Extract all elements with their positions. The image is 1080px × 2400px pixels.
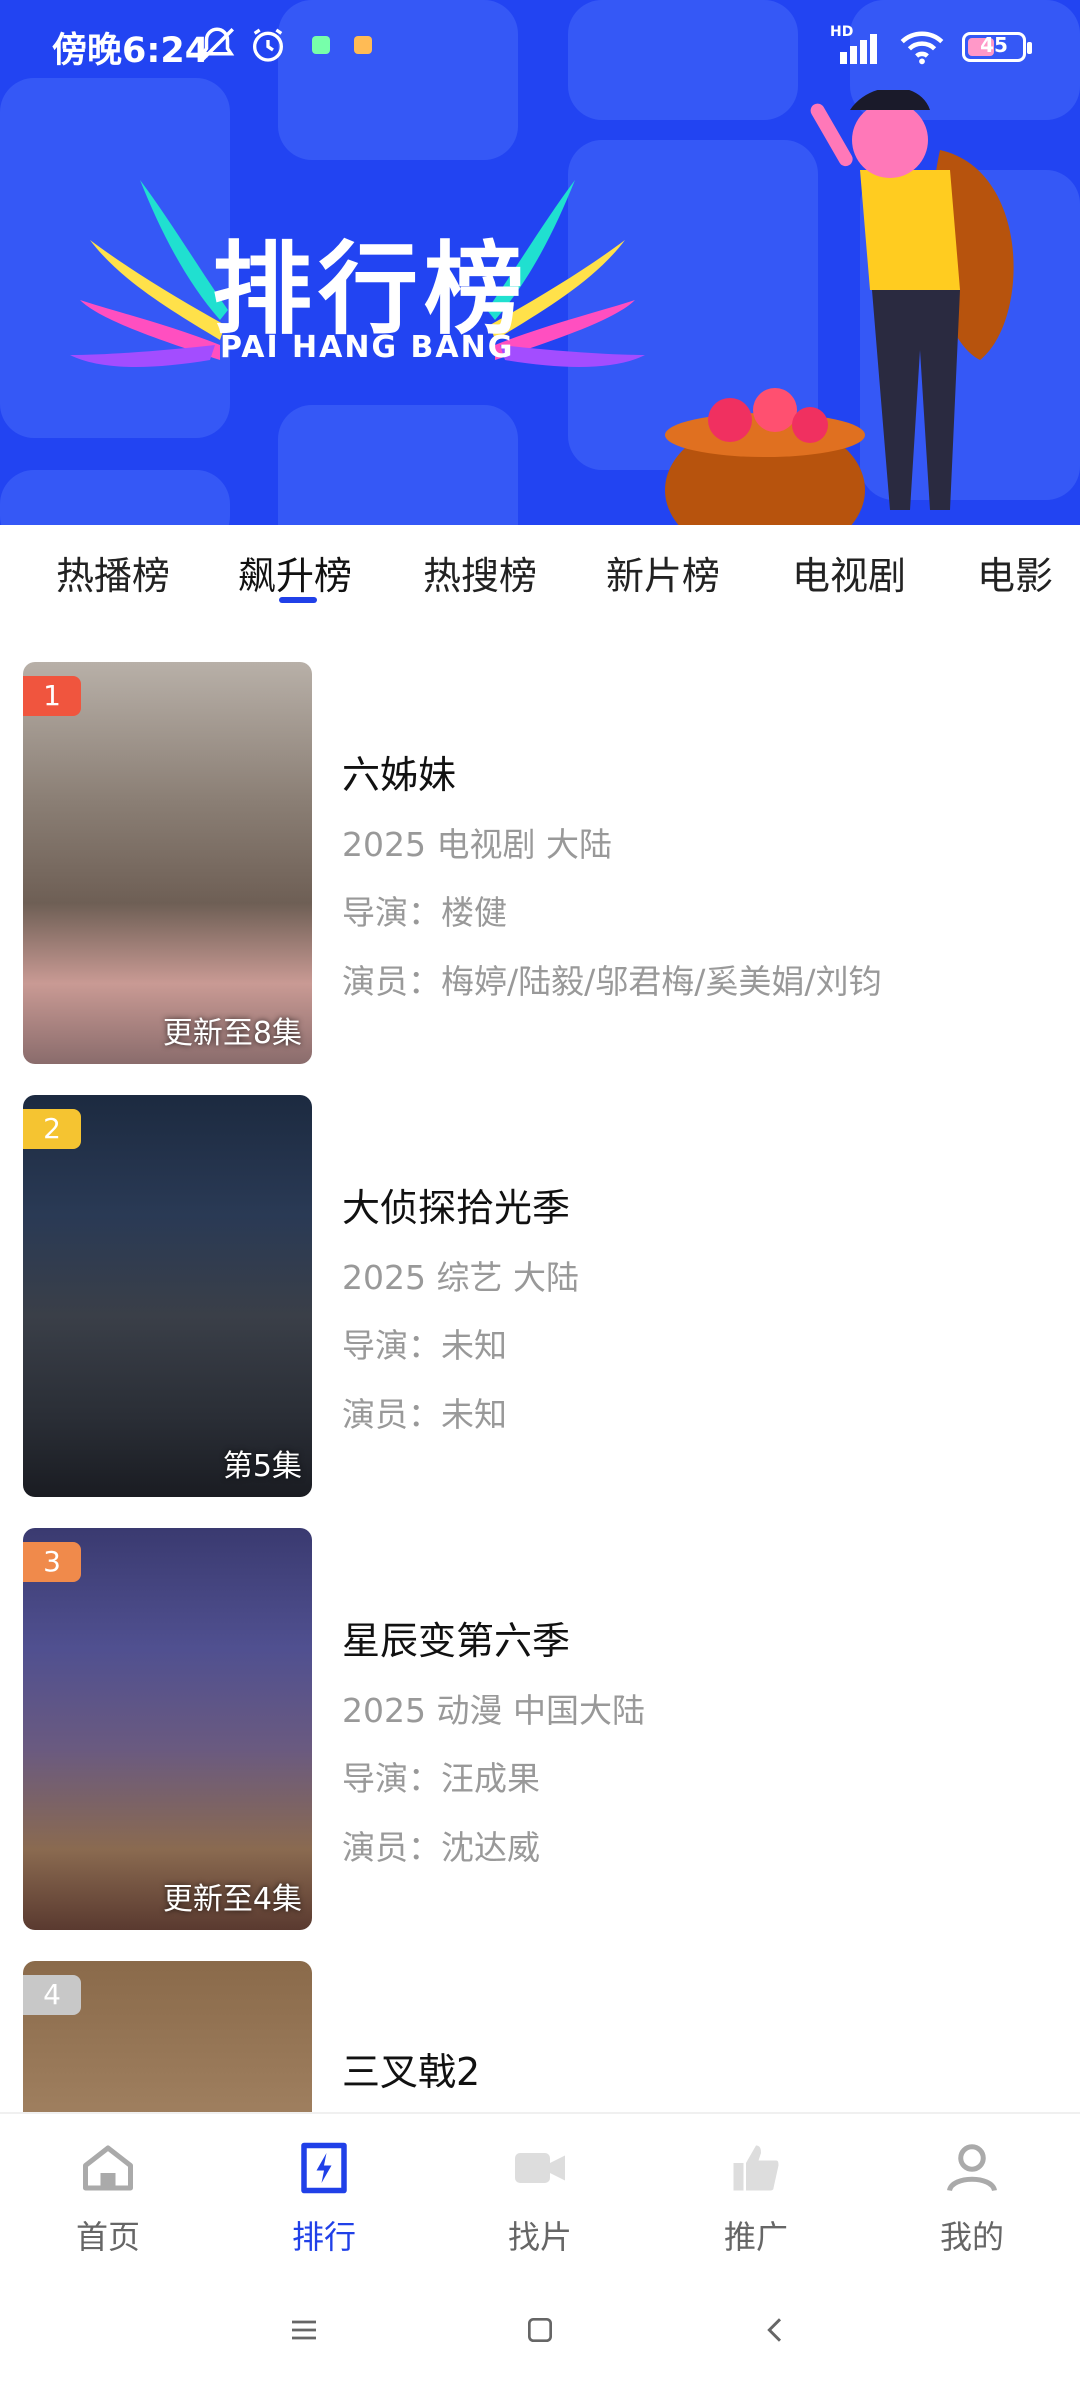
menu-icon[interactable]	[288, 2314, 320, 2346]
item-title[interactable]: 六姊妹	[342, 744, 456, 799]
battery-level: 45	[980, 33, 1008, 57]
video-camera-icon	[515, 2153, 565, 2183]
tab-rising[interactable]: 飙升榜	[238, 545, 352, 600]
nav-promote[interactable]: 推广	[676, 2138, 836, 2258]
bottom-navigation: 首页 排行 找片 推广 我的	[0, 2112, 1080, 2270]
item-director: 导演：未知	[342, 1326, 507, 1365]
nav-home[interactable]: 首页	[28, 2138, 188, 2258]
wifi-icon	[900, 31, 944, 65]
nav-find-video[interactable]: 找片	[460, 2138, 620, 2258]
item-cast: 演员：沈达威	[342, 1828, 540, 1867]
status-bar: 傍晚6:24 HD 45	[0, 0, 1080, 92]
app-root: 傍晚6:24 HD 45 排行榜 PAI HANG BANG 热播榜 飙升榜 热…	[0, 0, 1080, 2400]
hd-label: HD	[830, 24, 854, 40]
ranking-banner: 傍晚6:24 HD 45 排行榜 PAI HANG BANG	[0, 0, 1080, 525]
item-title[interactable]: 大侦探拾光季	[342, 1177, 570, 1232]
episode-badge: 更新至4集	[162, 1882, 302, 1917]
app-notification-icon	[312, 36, 330, 54]
item-info: 2025 综艺 大陆	[342, 1258, 579, 1297]
rank-badge: 3	[23, 1542, 81, 1582]
splash-decoration-icon	[70, 180, 228, 367]
ranking-tabs: 热播榜 飙升榜 热搜榜 新片榜 电视剧 电影	[0, 525, 1080, 625]
system-navigation-bar	[0, 2270, 1080, 2400]
ranking-icon	[301, 2142, 347, 2194]
home-icon	[83, 2145, 133, 2191]
rank-badge: 4	[23, 1975, 81, 2015]
nav-profile[interactable]: 我的	[892, 2138, 1052, 2258]
nav-label: 找片	[507, 2218, 572, 2256]
alarm-clock-icon	[253, 28, 283, 62]
nav-label: 推广	[723, 2218, 788, 2256]
episode-badge: 第5集	[222, 1449, 302, 1484]
list-item[interactable]: 3 更新至4集 星辰变第六季 2025 动漫 中国大陆 导演：汪成果 演员：沈达…	[0, 1528, 1080, 1930]
item-info: 2025 电视剧 大陆	[342, 825, 612, 864]
thumbs-up-icon	[733, 2145, 779, 2191]
back-icon[interactable]	[760, 2314, 792, 2346]
episode-badge: 更新至8集	[162, 1016, 302, 1051]
poster-image[interactable]: 3 更新至4集	[23, 1528, 312, 1930]
item-director: 导演：汪成果	[342, 1759, 540, 1798]
rank-badge: 1	[23, 676, 81, 716]
person-illustration-icon	[665, 90, 1014, 525]
item-info: 2025 动漫 中国大陆	[342, 1691, 645, 1730]
battery-icon: 45	[962, 32, 1032, 62]
poster-image[interactable]: 2 第5集	[23, 1095, 312, 1497]
nav-label: 排行	[291, 2218, 356, 2256]
nav-label: 我的	[939, 2218, 1004, 2256]
banner-subtitle: PAI HANG BANG	[220, 330, 515, 365]
tab-tv-series[interactable]: 电视剧	[792, 545, 906, 600]
mute-bell-icon	[199, 27, 235, 62]
list-item[interactable]: 2 第5集 大侦探拾光季 2025 综艺 大陆 导演：未知 演员：未知	[0, 1095, 1080, 1497]
item-director: 导演：楼健	[342, 893, 507, 932]
app-notification-icon	[354, 36, 372, 54]
tab-movie[interactable]: 电影	[977, 545, 1053, 600]
item-cast: 演员：未知	[342, 1395, 507, 1434]
item-title[interactable]: 三叉戟2	[342, 2041, 480, 2096]
tab-hot-search[interactable]: 热搜榜	[423, 545, 537, 600]
nav-label: 首页	[75, 2218, 140, 2256]
status-icons-right: HD 45	[830, 24, 1032, 70]
home-button-icon[interactable]	[524, 2314, 556, 2346]
tab-hot-play[interactable]: 热播榜	[56, 545, 170, 600]
user-icon	[947, 2144, 997, 2192]
cellular-signal-icon: HD	[830, 24, 882, 64]
status-icons-left	[196, 22, 372, 68]
active-tab-indicator	[279, 597, 317, 603]
tab-new-release[interactable]: 新片榜	[606, 545, 720, 600]
item-title[interactable]: 星辰变第六季	[342, 1610, 570, 1665]
poster-image[interactable]: 1 更新至8集	[23, 662, 312, 1064]
status-time: 傍晚6:24	[52, 31, 210, 71]
nav-ranking[interactable]: 排行	[244, 2138, 404, 2258]
rank-badge: 2	[23, 1109, 81, 1149]
item-cast: 演员：梅婷/陆毅/邬君梅/奚美娟/刘钧	[342, 962, 882, 1001]
list-item[interactable]: 1 更新至8集 六姊妹 2025 电视剧 大陆 导演：楼健 演员：梅婷/陆毅/邬…	[0, 662, 1080, 1064]
